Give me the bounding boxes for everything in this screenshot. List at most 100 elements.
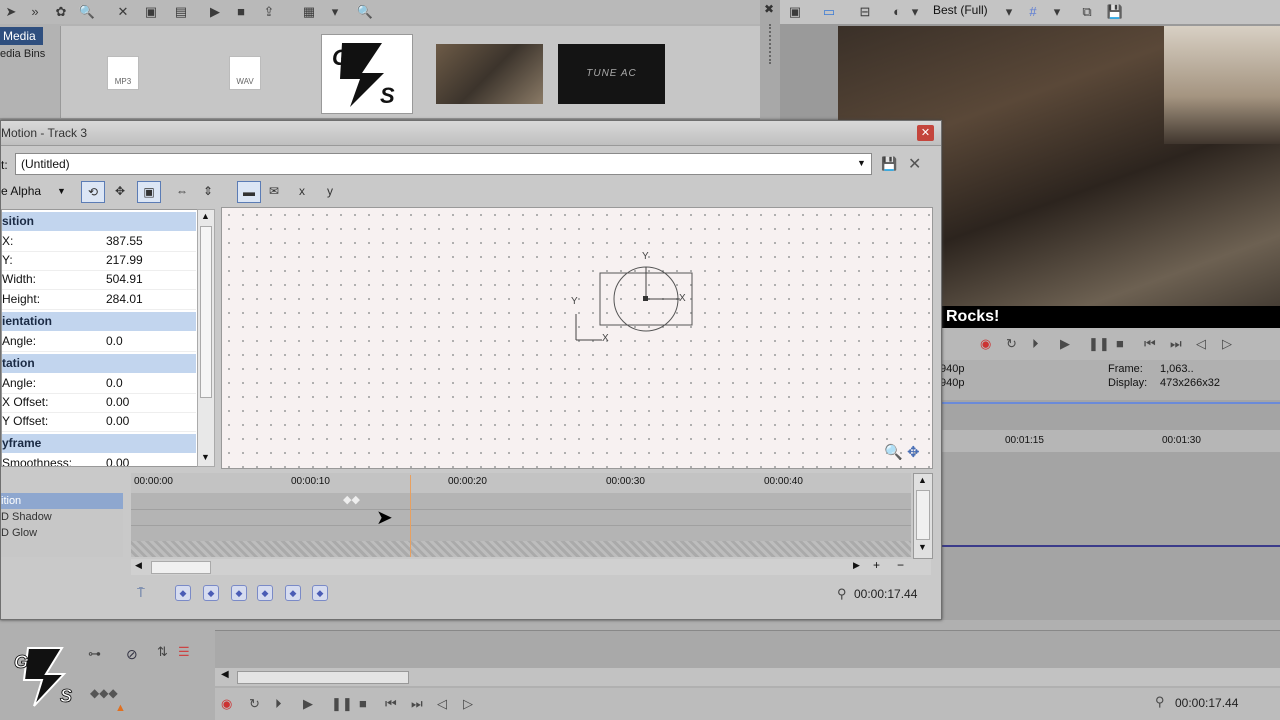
- property-category[interactable]: yframe: [2, 434, 196, 453]
- pause-icon[interactable]: ❚❚: [331, 696, 353, 712]
- property-value[interactable]: 0.00: [106, 454, 129, 466]
- pause-icon[interactable]: ❚❚: [1088, 336, 1110, 352]
- first-keyframe-button[interactable]: ◆: [175, 585, 191, 601]
- property-row[interactable]: Width: 504.91: [2, 270, 196, 290]
- wav-file-thumb[interactable]: WAV: [229, 56, 261, 90]
- scroll-thumb[interactable]: [151, 561, 211, 574]
- lock-x-button[interactable]: x: [291, 181, 313, 201]
- stop-icon[interactable]: ■: [359, 696, 367, 711]
- go-end-icon[interactable]: ⏭: [411, 696, 423, 712]
- track-label-glow[interactable]: D Glow: [1, 525, 123, 541]
- scroll-thumb[interactable]: [237, 671, 409, 684]
- zoom-in-icon[interactable]: +: [873, 558, 880, 572]
- overlay-icon[interactable]: ◐: [888, 3, 906, 21]
- view-icon[interactable]: ▦: [300, 3, 318, 21]
- delete-keyframe-button[interactable]: ◆: [257, 585, 273, 601]
- chevron-down-icon[interactable]: ▼: [57, 186, 66, 196]
- property-row[interactable]: X Offset: 0.00: [2, 393, 196, 413]
- property-category[interactable]: ientation: [2, 312, 196, 331]
- horizontal-scrollbar[interactable]: ◀: [215, 668, 1280, 686]
- delete-preset-icon[interactable]: ✕: [908, 154, 921, 174]
- close-button[interactable]: ✕: [917, 125, 934, 141]
- envelope-button[interactable]: ✉: [263, 181, 285, 201]
- split-icon[interactable]: ⊟: [856, 3, 874, 21]
- bypass-icon[interactable]: ⊘: [126, 646, 138, 663]
- motion-frame-graphic[interactable]: [222, 208, 932, 468]
- search-icon[interactable]: 🔍: [78, 3, 96, 21]
- last-keyframe-button[interactable]: ◆: [312, 585, 328, 601]
- track-label-shadow[interactable]: D Shadow: [1, 509, 123, 525]
- keyframe-nav-icon[interactable]: ◆◆◆: [90, 686, 118, 700]
- property-row[interactable]: Angle: 0.0: [2, 374, 196, 394]
- properties-scrollbar[interactable]: ▲ ▼: [197, 209, 215, 467]
- record-icon[interactable]: ◉: [980, 336, 991, 352]
- video-track-bottom[interactable]: [215, 630, 1280, 669]
- property-value[interactable]: 387.55: [106, 232, 143, 251]
- property-value[interactable]: 0.00: [106, 412, 129, 431]
- play-icon[interactable]: ▶: [1060, 336, 1070, 352]
- sync-cursor-icon[interactable]: ⍑: [137, 585, 145, 601]
- copy-icon[interactable]: ▣: [142, 3, 160, 21]
- prev-keyframe-button[interactable]: ◆: [203, 585, 219, 601]
- zoom-icon[interactable]: 🔍: [356, 3, 374, 21]
- grip-icon[interactable]: [769, 24, 773, 64]
- video-thumb-room[interactable]: [436, 44, 543, 104]
- grid-icon[interactable]: #: [1024, 3, 1042, 21]
- motion-icon[interactable]: ⇅: [157, 644, 168, 660]
- property-row[interactable]: Y: 217.99: [2, 251, 196, 271]
- zoom-icon[interactable]: 🔍: [884, 443, 903, 461]
- next-frame-icon[interactable]: ▷: [1222, 336, 1232, 352]
- playhead[interactable]: [410, 475, 411, 557]
- overlay-dropdown-icon[interactable]: ▾: [906, 3, 924, 21]
- scroll-thumb[interactable]: [916, 490, 930, 540]
- properties-icon[interactable]: ▣: [786, 3, 804, 21]
- close-icon[interactable]: ✖: [764, 2, 774, 16]
- prev-frame-icon[interactable]: ◁: [1196, 336, 1206, 352]
- property-value[interactable]: 217.99: [106, 251, 143, 270]
- scroll-down-icon[interactable]: ▼: [918, 542, 927, 552]
- preset-select[interactable]: [15, 153, 872, 175]
- keyframe-tracks[interactable]: ◆◆: [131, 493, 911, 557]
- stop-icon[interactable]: ■: [1116, 336, 1124, 351]
- property-category[interactable]: tation: [2, 354, 196, 373]
- view-mode-button[interactable]: ▬: [237, 181, 261, 203]
- save-preset-icon[interactable]: 💾: [881, 156, 897, 172]
- go-end-icon[interactable]: ⏭: [1170, 336, 1182, 352]
- next-keyframe-button[interactable]: ◆: [285, 585, 301, 601]
- property-value[interactable]: 0.0: [106, 374, 123, 393]
- stop-icon[interactable]: ■: [232, 3, 250, 21]
- property-row[interactable]: Y Offset: 0.00: [2, 412, 196, 432]
- export-icon[interactable]: ⇪: [260, 3, 278, 21]
- property-category[interactable]: sition: [2, 212, 196, 231]
- play-from-start-icon[interactable]: ⏵: [275, 696, 282, 712]
- level-icon[interactable]: ⊶: [88, 646, 101, 662]
- property-row[interactable]: Angle: 0.0: [2, 332, 196, 352]
- scroll-down-icon[interactable]: ▼: [201, 452, 210, 462]
- fx-icon[interactable]: ✿: [52, 3, 70, 21]
- dropdown-icon[interactable]: ▾: [326, 3, 344, 21]
- go-start-icon[interactable]: ⏮: [1144, 336, 1156, 352]
- keyframe-vertical-scrollbar[interactable]: ▲ ▼: [913, 473, 933, 559]
- quality-dropdown-icon[interactable]: ▾: [1000, 3, 1018, 21]
- mp3-file-thumb[interactable]: MP3: [107, 56, 139, 90]
- play-icon[interactable]: ▶: [206, 3, 224, 21]
- gs-logo-thumb[interactable]: G S: [321, 34, 413, 114]
- record-icon[interactable]: ◉: [221, 696, 232, 712]
- property-value[interactable]: 0.00: [106, 393, 129, 412]
- play-icon[interactable]: ▶: [303, 696, 313, 712]
- scroll-up-icon[interactable]: ▲: [201, 211, 210, 221]
- move-mode-button[interactable]: ✥: [109, 181, 131, 201]
- scroll-left-icon[interactable]: ◀: [135, 560, 142, 571]
- size-mode-button[interactable]: ▣: [137, 181, 161, 203]
- scroll-left-icon[interactable]: ◀: [221, 669, 229, 680]
- edit-y-button[interactable]: ⇕: [197, 181, 219, 201]
- scroll-thumb[interactable]: [200, 226, 212, 398]
- zoom-out-icon[interactable]: −: [897, 558, 904, 572]
- next-frame-icon[interactable]: ▷: [463, 696, 473, 712]
- property-row[interactable]: Smoothness: 0.00: [2, 454, 196, 466]
- paste-icon[interactable]: ▤: [172, 3, 190, 21]
- scroll-right-icon[interactable]: ▶: [853, 560, 860, 571]
- motion-canvas[interactable]: Y X Y X: [221, 207, 933, 469]
- dialog-title-bar[interactable]: Motion - Track 3 ✕: [1, 121, 941, 146]
- property-value[interactable]: 0.0: [106, 332, 123, 351]
